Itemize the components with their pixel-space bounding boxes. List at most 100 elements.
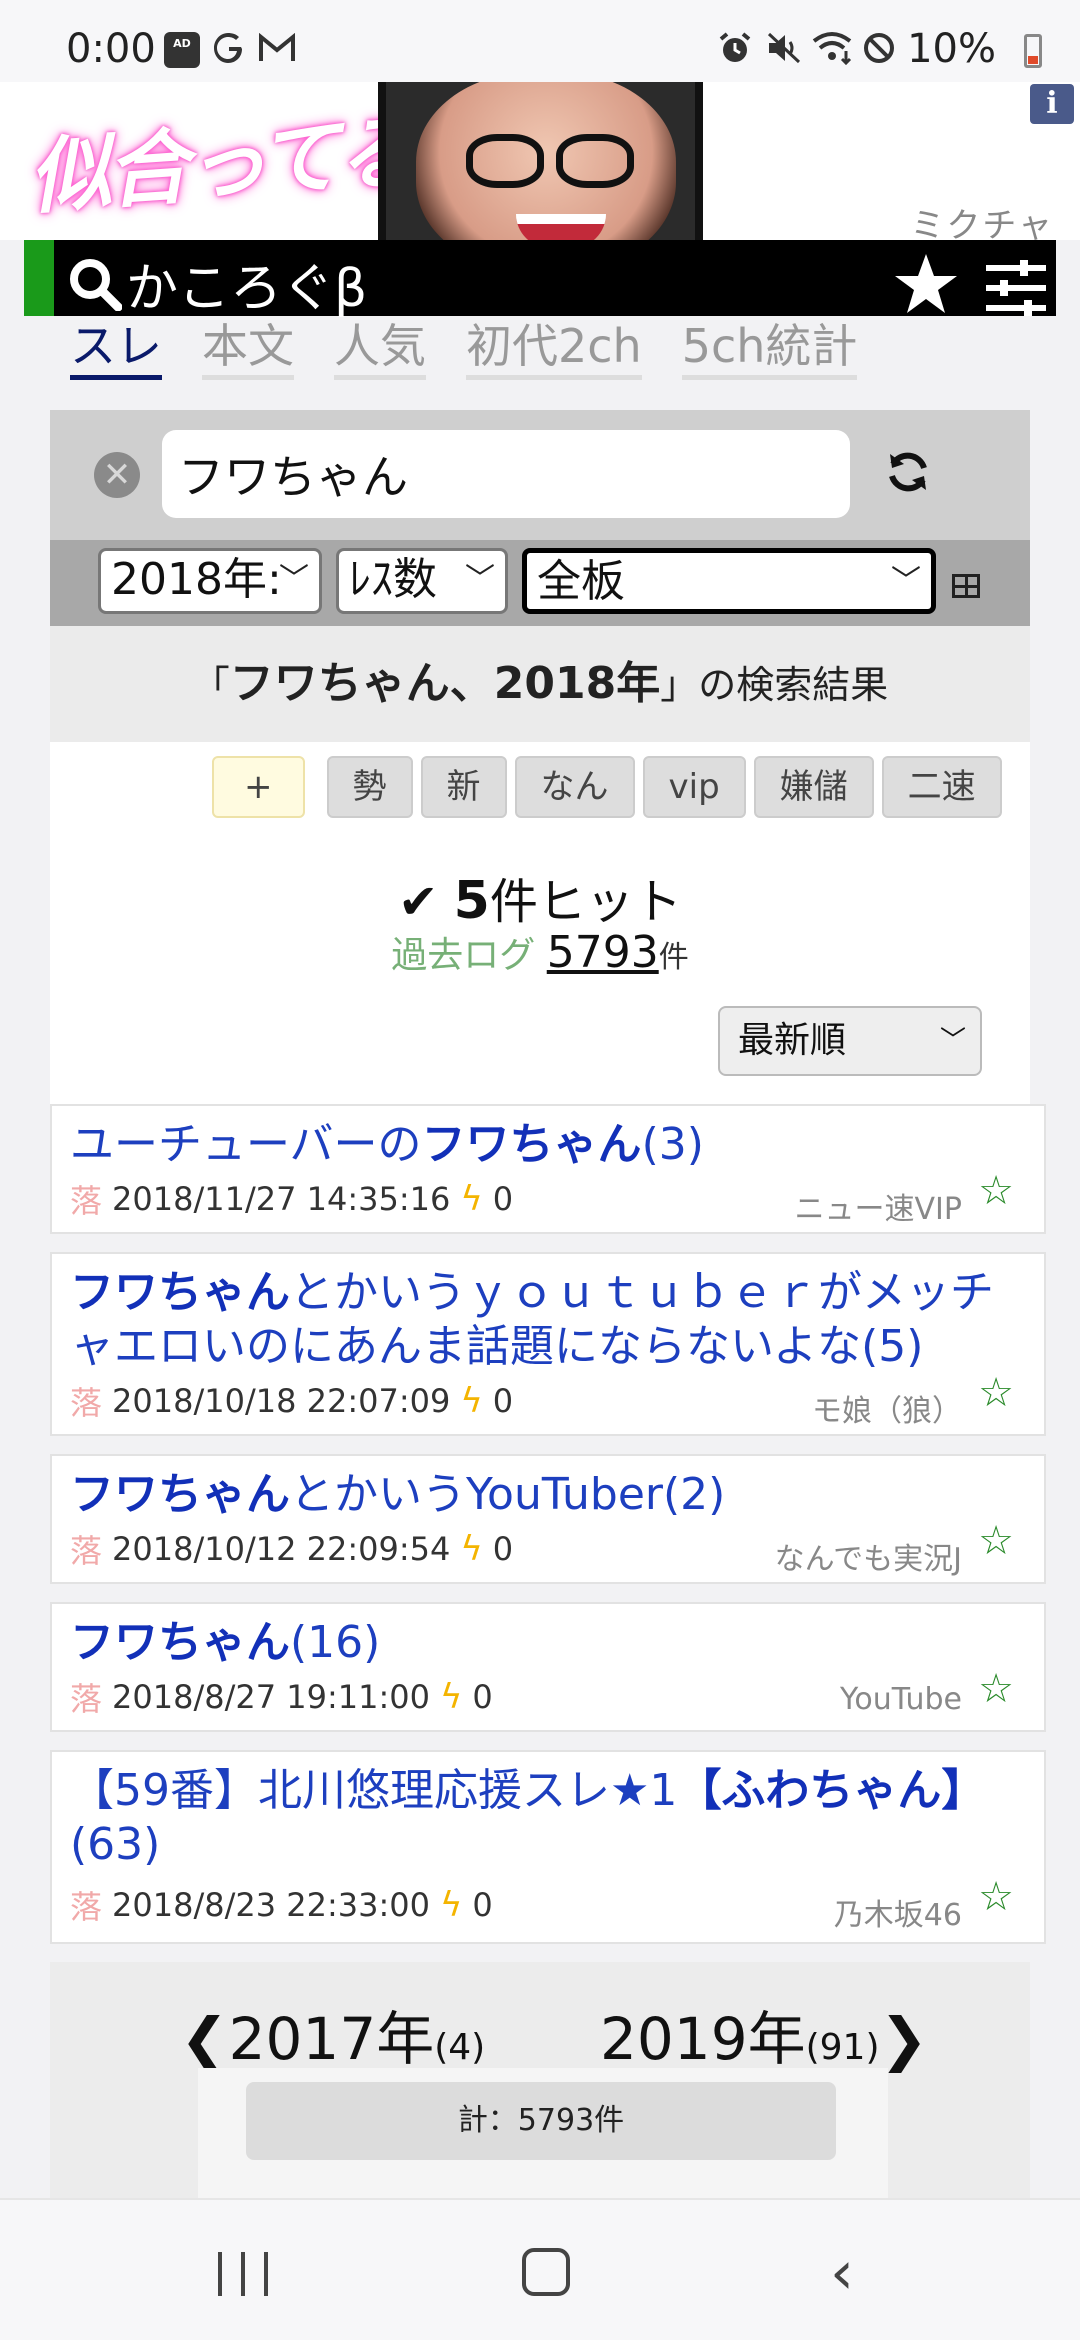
chevron-down-icon: ﹀ xyxy=(939,1026,966,1056)
adblock-icon: AD xyxy=(164,32,200,68)
star-outline-icon[interactable]: ☆ xyxy=(978,1518,1014,1564)
tab-first-2ch[interactable]: 初代2ch xyxy=(466,318,642,380)
chevron-left-icon: ❮ xyxy=(180,2005,229,2073)
prev-year-label: 2017年 xyxy=(228,2005,435,2073)
recent-apps-button[interactable] xyxy=(218,2252,268,2296)
site-logo[interactable]: かころぐβ xyxy=(68,246,367,321)
result-board[interactable]: 乃木坂46 xyxy=(834,1890,962,1934)
alarm-icon xyxy=(718,30,752,66)
star-outline-icon[interactable]: ☆ xyxy=(978,1874,1014,1920)
clear-search-icon[interactable]: ✕ xyxy=(94,452,140,498)
next-year-link[interactable]: 2019年(91)❯ xyxy=(600,1992,928,2076)
next-year-count: (91) xyxy=(805,2027,880,2068)
lightning-icon: ϟ xyxy=(460,1179,483,1219)
tag-button[interactable]: なん xyxy=(514,756,635,818)
result-card[interactable]: ユーチューバーのフワちゃん(3) 落 2018/11/27 14:35:16 ϟ… xyxy=(50,1104,1046,1234)
result-board[interactable]: なんでも実況J xyxy=(775,1534,962,1578)
tag-button[interactable]: 新 xyxy=(420,756,507,818)
year-select-value: 2018年: xyxy=(111,554,282,605)
result-board[interactable]: モ娘（狼） xyxy=(812,1386,962,1430)
result-title[interactable]: フワちゃんとかいうYouTuber(2) xyxy=(70,1468,1030,1522)
fallen-badge: 落 xyxy=(70,1384,103,1422)
lightning-icon: ϟ xyxy=(439,1677,463,1717)
board-tag-row: + 勢 新 なん vip 嫌儲 二速 xyxy=(212,756,1002,818)
tag-button[interactable]: 勢 xyxy=(326,756,413,818)
result-date: 2018/10/12 22:09:54 xyxy=(112,1530,451,1568)
board-select-value: 全板 xyxy=(537,556,625,607)
board-select[interactable]: 全板 ﹀ xyxy=(522,548,936,614)
order-select[interactable]: 最新順 ﹀ xyxy=(718,1006,982,1076)
total-count-button[interactable]: 計：5793件 xyxy=(246,2082,836,2160)
result-score: 0 xyxy=(472,1886,493,1924)
search-input[interactable] xyxy=(162,430,850,518)
site-logo-text: かころぐβ xyxy=(126,259,368,319)
search-icon xyxy=(70,258,122,311)
next-year-label: 2019年 xyxy=(600,2005,806,2073)
past-log-unit: 件 xyxy=(658,940,689,975)
back-button[interactable]: ‹ xyxy=(830,2238,854,2308)
star-outline-icon[interactable]: ☆ xyxy=(978,1666,1014,1712)
battery-icon xyxy=(1024,34,1042,68)
ad-banner[interactable]: 似合ってる? i ミクチャ xyxy=(0,82,1080,246)
chevron-down-icon: ﹀ xyxy=(279,562,309,597)
result-meta: 落 2018/10/12 22:09:54 ϟ 0 xyxy=(70,1526,513,1572)
result-card[interactable]: フワちゃん(16) 落 2018/8/27 19:11:00 ϟ 0 YouTu… xyxy=(50,1602,1046,1732)
tag-button[interactable]: 嫌儲 xyxy=(753,756,874,818)
wifi-icon xyxy=(812,30,856,66)
result-card[interactable]: フワちゃんとかいうYouTuber(2) 落 2018/10/12 22:09:… xyxy=(50,1454,1046,1584)
result-meta: 落 2018/8/27 19:11:00 ϟ 0 xyxy=(70,1674,493,1720)
filter-row: 2018年: ﹀ ﾚｽ数 ﹀ 全板 ﹀ xyxy=(50,540,1030,626)
past-log-link[interactable]: 5793 xyxy=(547,927,659,978)
star-outline-icon[interactable]: ☆ xyxy=(978,1370,1014,1416)
result-date: 2018/11/27 14:35:16 xyxy=(112,1180,451,1218)
tab-thread[interactable]: スレ xyxy=(70,318,162,380)
checkmark-icon: ✔ xyxy=(398,874,439,930)
grid-icon[interactable] xyxy=(952,574,980,598)
result-board[interactable]: YouTube xyxy=(840,1682,962,1717)
mute-icon xyxy=(766,30,802,66)
result-heading: 「フワちゃん、2018年」の検索結果 xyxy=(50,626,1030,742)
settings-sliders-icon[interactable] xyxy=(984,258,1048,320)
quote-close: 」 xyxy=(660,663,699,707)
result-suffix: の検索結果 xyxy=(698,663,889,707)
chevron-down-icon: ﹀ xyxy=(465,562,495,597)
result-board[interactable]: ニュー速VIP xyxy=(795,1184,962,1228)
result-title[interactable]: フワちゃんとかいうｙｏｕｔｕｂｅｒがメッチャエロいのにあんま話題にならないよな(… xyxy=(70,1266,1030,1374)
tab-body[interactable]: 本文 xyxy=(202,318,294,380)
fallen-badge: 落 xyxy=(70,1532,103,1570)
result-meta: 落 2018/10/18 22:07:09 ϟ 0 xyxy=(70,1378,513,1424)
sort-select[interactable]: ﾚｽ数 ﹀ xyxy=(336,548,508,614)
result-meta: 落 2018/11/27 14:35:16 ϟ 0 xyxy=(70,1176,513,1222)
system-navigation-bar: ‹ xyxy=(0,2198,1080,2340)
refresh-icon[interactable] xyxy=(884,448,932,500)
result-card[interactable]: フワちゃんとかいうｙｏｕｔｕｂｅｒがメッチャエロいのにあんま話題にならないよな(… xyxy=(50,1252,1046,1436)
result-title[interactable]: 【59番】北川悠理応援スレ★1【ふわちゃん】(63) xyxy=(70,1764,1030,1872)
site-header: かころぐβ xyxy=(24,240,1056,319)
ad-info-icon[interactable]: i xyxy=(1030,84,1074,124)
tag-button[interactable]: vip xyxy=(642,756,746,818)
result-card[interactable]: 【59番】北川悠理応援スレ★1【ふわちゃん】(63) 落 2018/8/23 2… xyxy=(50,1750,1046,1944)
result-score: 0 xyxy=(492,1382,514,1420)
status-time: 0:00 xyxy=(66,26,156,72)
total-panel: 計：5793件 xyxy=(198,2068,888,2198)
prev-year-link[interactable]: ❮2017年(4) xyxy=(180,1992,485,2076)
result-date: 2018/10/18 22:07:09 xyxy=(112,1382,451,1420)
result-query: フワちゃん、2018年 xyxy=(229,658,661,709)
star-outline-icon[interactable]: ☆ xyxy=(978,1168,1014,1214)
past-log-count: 過去ログ 5793件 xyxy=(50,926,1030,978)
lightning-icon: ϟ xyxy=(439,1885,463,1925)
home-button[interactable] xyxy=(522,2248,570,2296)
order-select-value: 最新順 xyxy=(738,1020,847,1061)
battery-text: 10% xyxy=(907,26,996,72)
tab-popular[interactable]: 人気 xyxy=(334,318,426,380)
result-title[interactable]: フワちゃん(16) xyxy=(70,1616,1030,1670)
lightning-icon: ϟ xyxy=(460,1529,483,1569)
search-panel: ✕ xyxy=(50,410,1030,540)
fallen-badge: 落 xyxy=(70,1888,103,1926)
result-title[interactable]: ユーチューバーのフワちゃん(3) xyxy=(70,1118,1030,1172)
tag-button[interactable]: 二速 xyxy=(881,756,1002,818)
favorite-star-icon[interactable] xyxy=(894,252,958,320)
year-select[interactable]: 2018年: ﹀ xyxy=(98,548,322,614)
tab-5ch-stats[interactable]: 5ch統計 xyxy=(681,318,858,380)
add-tag-button[interactable]: + xyxy=(212,756,305,818)
